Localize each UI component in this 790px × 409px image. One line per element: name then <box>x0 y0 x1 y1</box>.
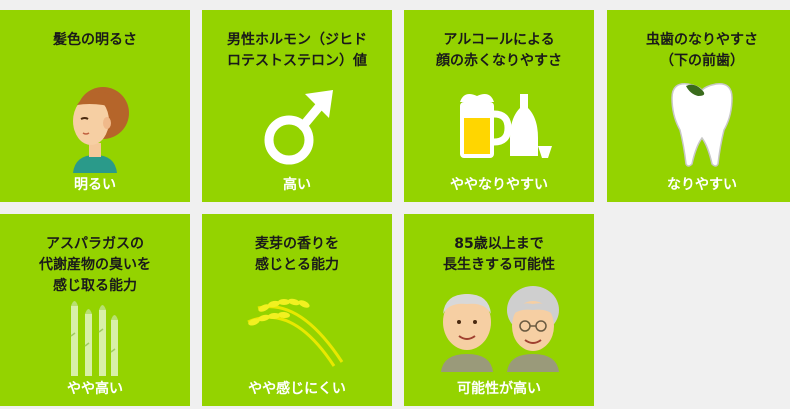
card-title: 虫歯のなりやすさ （下の前歯） <box>646 32 758 69</box>
beer-sake-icon <box>404 88 594 168</box>
elderly-couple-icon <box>404 282 594 372</box>
trait-card-asparagus[interactable]: アスパラガスの 代謝産物の臭いを 感じ取る能力 やや高い <box>0 214 190 406</box>
trait-card-hair-color[interactable]: 髪色の明るさ 明るい <box>0 10 190 202</box>
trait-card-alcohol-flush[interactable]: アルコールによる 顔の赤くなりやすさ ややなりやすい <box>404 10 594 202</box>
card-title: アルコールによる 顔の赤くなりやすさ <box>436 32 562 69</box>
card-value: 可能性が高い <box>457 381 541 397</box>
trait-card-malt-aroma[interactable]: 麦芽の香りを 感じとる能力 やや感じにくい <box>202 214 392 406</box>
asparagus-icon <box>0 296 190 376</box>
card-value: やや感じにくい <box>248 381 346 397</box>
tooth-icon <box>607 80 790 170</box>
trait-card-tooth-decay[interactable]: 虫歯のなりやすさ （下の前歯） なりやすい <box>607 10 790 202</box>
male-symbol-icon <box>202 82 392 172</box>
card-value: ややなりやすい <box>450 177 548 193</box>
card-value: なりやすい <box>667 177 737 193</box>
wheat-icon <box>202 282 392 368</box>
card-value: 明るい <box>74 177 116 193</box>
card-value: 高い <box>283 177 311 193</box>
trait-card-male-hormone[interactable]: 男性ホルモン（ジヒド ロテストステロン）値 高い <box>202 10 392 202</box>
person-hair-icon <box>0 85 190 175</box>
trait-grid: 髪色の明るさ 明るい 男性ホルモン（ジヒド ロテストステロン）値 高い アルコー… <box>0 0 790 409</box>
card-value: やや高い <box>67 381 123 397</box>
card-title: 麦芽の香りを 感じとる能力 <box>255 236 339 273</box>
card-title: 85歳以上まで 長生きする可能性 <box>443 236 555 273</box>
trait-card-longevity[interactable]: 85歳以上まで 長生きする可能性 可能性が高い <box>404 214 594 406</box>
card-title: アスパラガスの 代謝産物の臭いを 感じ取る能力 <box>39 236 151 294</box>
card-title: 髪色の明るさ <box>53 32 137 48</box>
card-title: 男性ホルモン（ジヒド ロテストステロン）値 <box>227 32 367 69</box>
